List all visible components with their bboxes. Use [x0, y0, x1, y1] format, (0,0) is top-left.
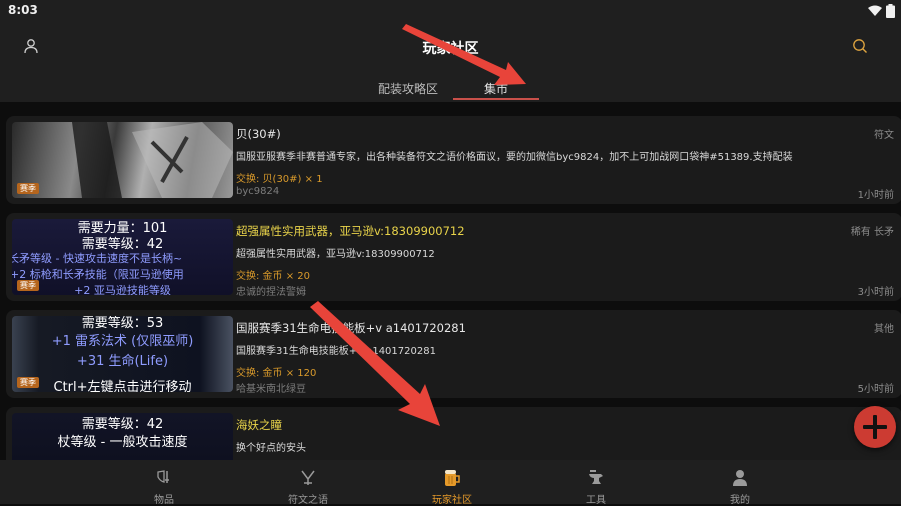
listing-time: 5小时前	[857, 384, 894, 395]
search-icon[interactable]	[852, 38, 870, 56]
nav-item-community[interactable]: 玩家社区	[380, 460, 524, 506]
tab-indicator	[453, 98, 539, 100]
nav-item-runewords[interactable]: 符文之语	[236, 460, 380, 506]
plus-icon	[863, 415, 887, 439]
listing-description: 国服亚服赛季非赛普通专家，出各种装备符文之语价格面议，要的加微信byc9824，…	[236, 152, 793, 163]
wifi-icon	[868, 5, 882, 16]
user-icon	[733, 470, 747, 486]
app-bar: 玩家社区	[0, 22, 901, 72]
nav-item-me[interactable]: 我的	[668, 460, 812, 506]
thumb-line: +31 生命(Life)	[76, 354, 169, 369]
listing-description: 超强属性实用武器，亚马逊v:18309900712	[236, 249, 435, 260]
thumb-line: 长矛等级 - 快速攻击速度不是长柄~	[12, 252, 183, 265]
battery-icon	[886, 4, 895, 18]
sword-shield-icon	[157, 470, 169, 483]
listing-card[interactable]: 需要等级：53 +1 雷系法术 (仅限巫师) +31 生命(Life) Ctrl…	[6, 310, 901, 398]
listing-card[interactable]: 赛季 贝(30#) 符文 国服亚服赛季非赛普通专家，出各种装备符文之语价格面议，…	[6, 116, 901, 204]
status-time: 8:03	[8, 3, 38, 17]
season-badge: 赛季	[17, 377, 39, 388]
thumb-line: 需要等级：53	[81, 316, 164, 331]
tab-bar: 配装攻略区 集市	[0, 72, 901, 102]
listing-description: 国服赛季31生命电技能板+v a1401720281	[236, 346, 436, 357]
rune-icon	[301, 470, 315, 485]
listing-title: 超强属性实用武器，亚马逊v:18309900712	[236, 224, 465, 238]
beer-mug-icon	[445, 470, 460, 486]
season-badge: 赛季	[17, 183, 39, 194]
listing-category: 符文	[874, 130, 894, 141]
listing-thumbnail: 需要等级：42 杖等级 - 一般攻击速度	[12, 413, 233, 460]
listing-time: 3小时前	[857, 287, 894, 298]
tab-guides[interactable]: 配装攻略区	[378, 80, 438, 97]
bottom-navigation: 物品 符文之语 玩家社区 工具 我的	[0, 460, 901, 506]
listing-title: 贝(30#)	[236, 127, 281, 141]
listing-description: 换个好点的安头	[236, 443, 306, 454]
listing-user[interactable]: 忠诚的捏法警姆	[236, 283, 306, 298]
nav-item-tools[interactable]: 工具	[524, 460, 668, 506]
listing-thumbnail: 赛季	[12, 122, 233, 198]
season-badge: 赛季	[17, 280, 39, 291]
nav-item-items[interactable]: 物品	[92, 460, 236, 506]
thumb-line: 杖等级 - 一般攻击速度	[57, 435, 188, 450]
thumb-line: +2 标枪和长矛技能（限亚马逊使用	[12, 268, 184, 281]
listing-category: 其他	[874, 324, 894, 335]
anvil-icon	[589, 470, 603, 484]
thumb-line: +1 雷系法术 (仅限巫师)	[51, 334, 194, 349]
listing-title: 海妖之瞳	[236, 418, 282, 432]
listing-time: 1小时前	[857, 190, 894, 201]
listing-trade: 交换: 贝(30#) × 1	[236, 174, 323, 185]
page-title: 玩家社区	[422, 41, 479, 57]
status-bar: 8:03	[0, 0, 901, 22]
thumb-line: Ctrl+左键点击进行移动	[53, 380, 192, 392]
status-icons	[868, 4, 895, 18]
listing-trade: 交换: 金币 × 120	[236, 368, 317, 379]
listing-list[interactable]: 赛季 贝(30#) 符文 国服亚服赛季非赛普通专家，出各种装备符文之语价格面议，…	[0, 102, 901, 460]
listing-user[interactable]: byc9824	[236, 186, 279, 197]
rune-stone-image	[72, 122, 233, 198]
thumb-line: 需要等级：42	[81, 417, 164, 432]
listing-card[interactable]: 需要等级：42 杖等级 - 一般攻击速度 海妖之瞳 暗 换个好点的安头	[6, 407, 901, 460]
listing-user[interactable]: 哈基米南北绿豆	[236, 380, 306, 395]
listing-category: 稀有 长矛	[850, 227, 894, 238]
tab-market[interactable]: 集市	[484, 80, 508, 97]
listing-trade: 交换: 金币 × 20	[236, 271, 311, 282]
listing-thumbnail: 需要力量：101 需要等级：42 长矛等级 - 快速攻击速度不是长柄~ +2 标…	[12, 219, 233, 295]
thumb-line: +2 亚马逊技能等级	[74, 284, 171, 295]
listing-card[interactable]: 需要力量：101 需要等级：42 长矛等级 - 快速攻击速度不是长柄~ +2 标…	[6, 213, 901, 301]
listing-title: 国服赛季31生命电技能板+v a1401720281	[236, 321, 466, 335]
add-listing-button[interactable]	[854, 406, 896, 448]
listing-thumbnail: 需要等级：53 +1 雷系法术 (仅限巫师) +31 生命(Life) Ctrl…	[12, 316, 233, 392]
